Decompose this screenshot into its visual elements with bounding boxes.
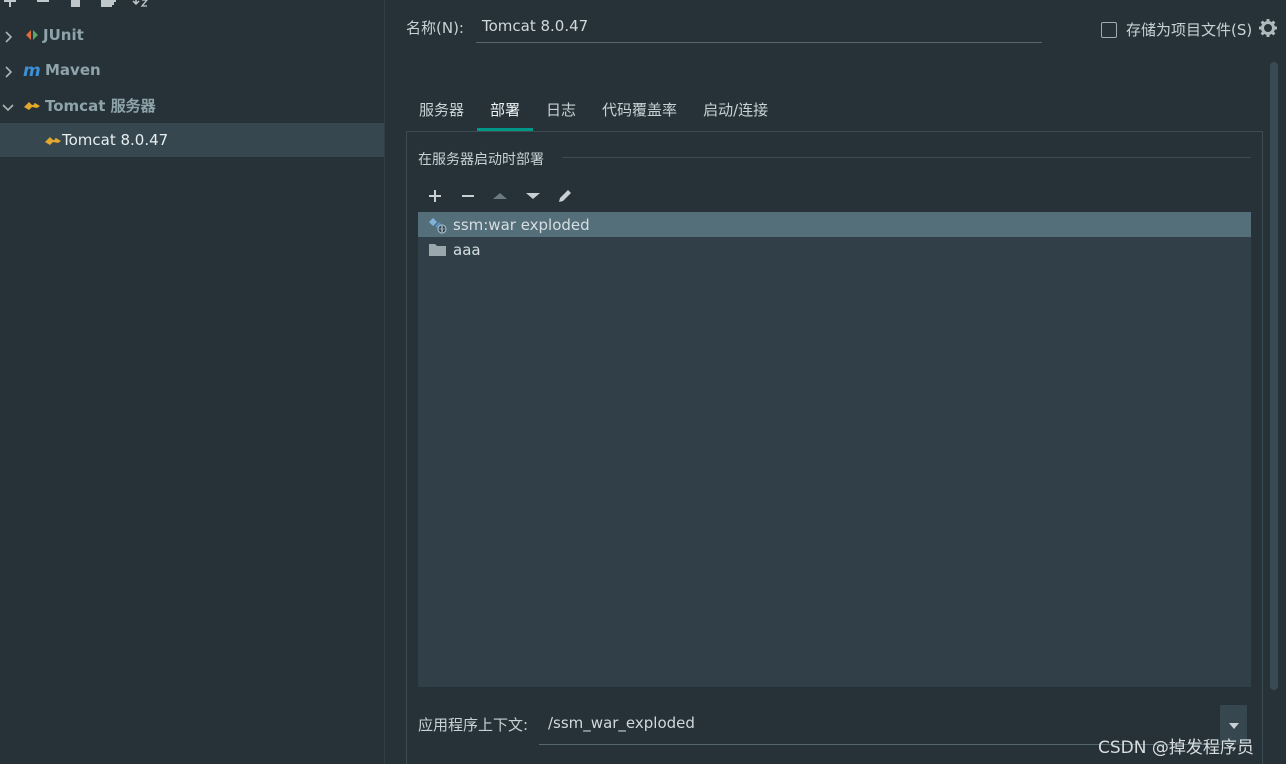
store-as-project-file-option[interactable]: 存储为项目文件(S) xyxy=(1101,19,1252,40)
chevron-down-icon[interactable] xyxy=(2,99,14,112)
tree-item-label: Tomcat 服务器 xyxy=(45,96,156,115)
new-folder-icon[interactable] xyxy=(100,0,116,10)
tomcat-icon xyxy=(23,98,41,112)
tree-item-label: JUnit xyxy=(43,26,84,44)
tree-item-tomcat-server[interactable]: Tomcat 服务器 xyxy=(0,88,384,122)
add-icon[interactable] xyxy=(2,0,18,10)
config-tabs: 服务器 部署 日志 代码覆盖率 启动/连接 xyxy=(406,88,781,131)
add-icon[interactable] xyxy=(426,187,444,205)
tree-item-label: Tomcat 8.0.47 xyxy=(62,131,169,149)
deploy-list-toolbar xyxy=(418,179,1251,212)
folder-icon xyxy=(428,242,448,258)
list-item-label: aaa xyxy=(453,240,481,259)
name-label: 名称(N): xyxy=(406,19,464,37)
name-field[interactable]: Tomcat 8.0.47 xyxy=(476,8,1042,43)
list-item[interactable]: aaa xyxy=(418,237,1251,262)
maven-icon: m xyxy=(23,61,43,81)
svg-text:m: m xyxy=(23,62,41,78)
sort-icon[interactable] xyxy=(132,0,148,10)
store-as-project-file-checkbox[interactable] xyxy=(1101,21,1117,38)
tree-item-label: Maven xyxy=(45,61,101,79)
tab-startup-connection[interactable]: 启动/连接 xyxy=(690,88,781,131)
tree-item-maven[interactable]: m Maven xyxy=(0,53,384,87)
chevron-down-icon xyxy=(1228,716,1240,734)
list-item[interactable]: ssm:war exploded xyxy=(418,212,1251,237)
tree-item-tomcat-instance[interactable]: Tomcat 8.0.47 xyxy=(0,123,384,157)
list-item-label: ssm:war exploded xyxy=(453,215,590,234)
gear-icon[interactable] xyxy=(1259,19,1277,37)
tomcat-icon xyxy=(44,133,62,147)
section-divider xyxy=(562,157,1251,158)
edit-icon[interactable] xyxy=(556,187,574,205)
move-down-icon[interactable] xyxy=(524,187,542,205)
chevron-right-icon[interactable] xyxy=(4,64,16,78)
tab-code-coverage[interactable]: 代码覆盖率 xyxy=(589,88,690,131)
application-context-label: 应用程序上下文: xyxy=(418,716,529,734)
remove-icon[interactable] xyxy=(459,187,477,205)
remove-icon[interactable] xyxy=(35,0,51,10)
watermark: CSDN @掉发程序员 xyxy=(1098,738,1254,758)
copy-icon[interactable] xyxy=(67,0,83,10)
run-config-tree: JUnit m Maven Tomcat 服务器 Tomcat 8.0.47 xyxy=(0,0,384,764)
panel-divider[interactable] xyxy=(384,0,385,764)
vertical-scrollbar[interactable] xyxy=(1270,62,1278,690)
artifact-icon xyxy=(428,216,448,234)
deploy-artifact-list: ssm:war exploded aaa xyxy=(418,212,1251,687)
junit-icon xyxy=(24,28,40,42)
tab-logs[interactable]: 日志 xyxy=(533,88,589,131)
move-up-icon[interactable] xyxy=(491,187,509,205)
store-as-project-file-label: 存储为项目文件(S) xyxy=(1126,21,1253,39)
tab-server[interactable]: 服务器 xyxy=(406,88,477,131)
chevron-right-icon[interactable] xyxy=(4,29,16,43)
tree-item-junit[interactable]: JUnit xyxy=(0,18,384,52)
tree-toolbar xyxy=(0,0,200,10)
deploy-section-title: 在服务器启动时部署 xyxy=(418,152,544,168)
tab-deployment[interactable]: 部署 xyxy=(477,88,534,131)
